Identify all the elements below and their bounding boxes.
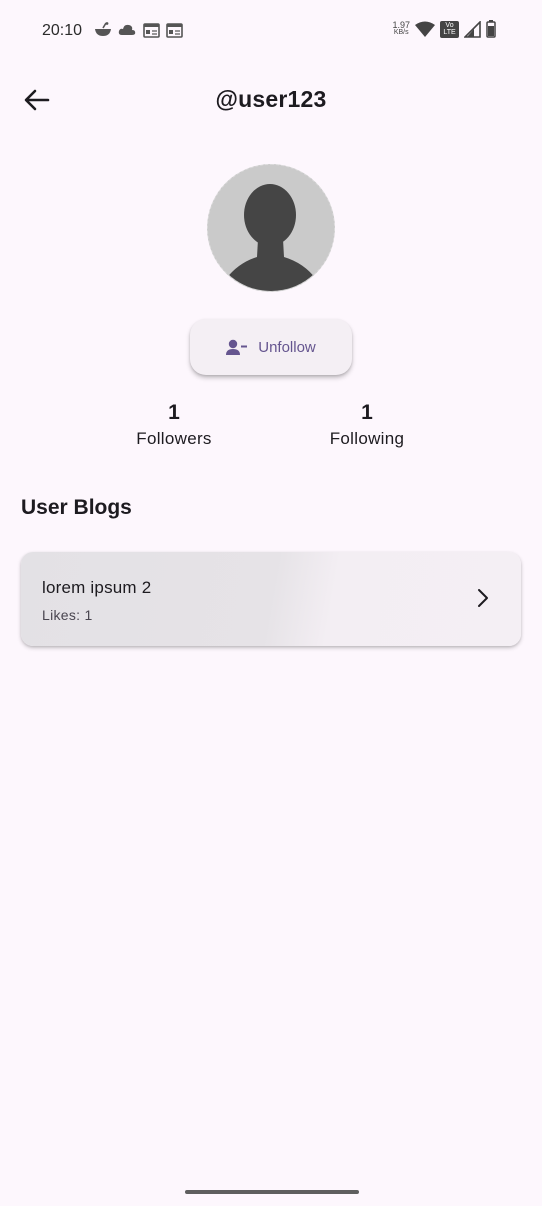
network-speed-value: 1.97 <box>392 20 410 30</box>
followers-count: 1 <box>168 401 180 424</box>
user-blogs-heading: User Blogs <box>21 496 132 519</box>
person-silhouette-icon <box>221 184 321 291</box>
volte-label-lte: LTE <box>443 29 456 36</box>
status-icons-left <box>94 22 183 38</box>
blog-card[interactable]: lorem ipsum 2 Likes: 1 <box>21 552 521 646</box>
app-bar: @user123 <box>0 72 542 128</box>
avatar <box>207 164 335 292</box>
news-icon <box>166 22 183 38</box>
page-title: @user123 <box>215 86 327 112</box>
wifi-icon <box>415 21 435 37</box>
following-count: 1 <box>361 401 373 424</box>
battery-icon <box>486 20 496 38</box>
network-speed: 1.97 KB/s <box>392 21 410 37</box>
chevron-right-icon <box>478 589 488 607</box>
blog-likes: Likes: 1 <box>42 607 93 623</box>
status-time: 20:10 <box>42 22 83 39</box>
unfollow-button[interactable]: Unfollow <box>190 319 352 375</box>
volte-label-vo: Vo <box>445 22 454 29</box>
following-label: Following <box>329 429 405 448</box>
user-profile-screen: 20:10 1.97 KB/s Vo LTE @user123 Unfollow… <box>0 0 542 1206</box>
volte-icon: Vo LTE <box>440 20 459 38</box>
followers-label: Followers <box>136 429 212 448</box>
following-stat: 1 Following <box>287 400 447 449</box>
status-bar: 20:10 1.97 KB/s Vo LTE <box>0 0 542 62</box>
notification-app-icon <box>95 22 111 36</box>
network-speed-unit: KB/s <box>393 29 409 36</box>
blog-title: lorem ipsum 2 <box>42 578 152 597</box>
unfollow-label: Unfollow <box>258 338 316 356</box>
home-indicator[interactable] <box>185 1190 359 1194</box>
status-icons-right: 1.97 KB/s Vo LTE <box>392 20 496 38</box>
cloud-icon <box>118 24 136 35</box>
signal-icon <box>464 20 481 38</box>
followers-stat: 1 Followers <box>94 400 254 449</box>
news-icon <box>143 22 160 38</box>
person-remove-icon <box>226 339 248 355</box>
